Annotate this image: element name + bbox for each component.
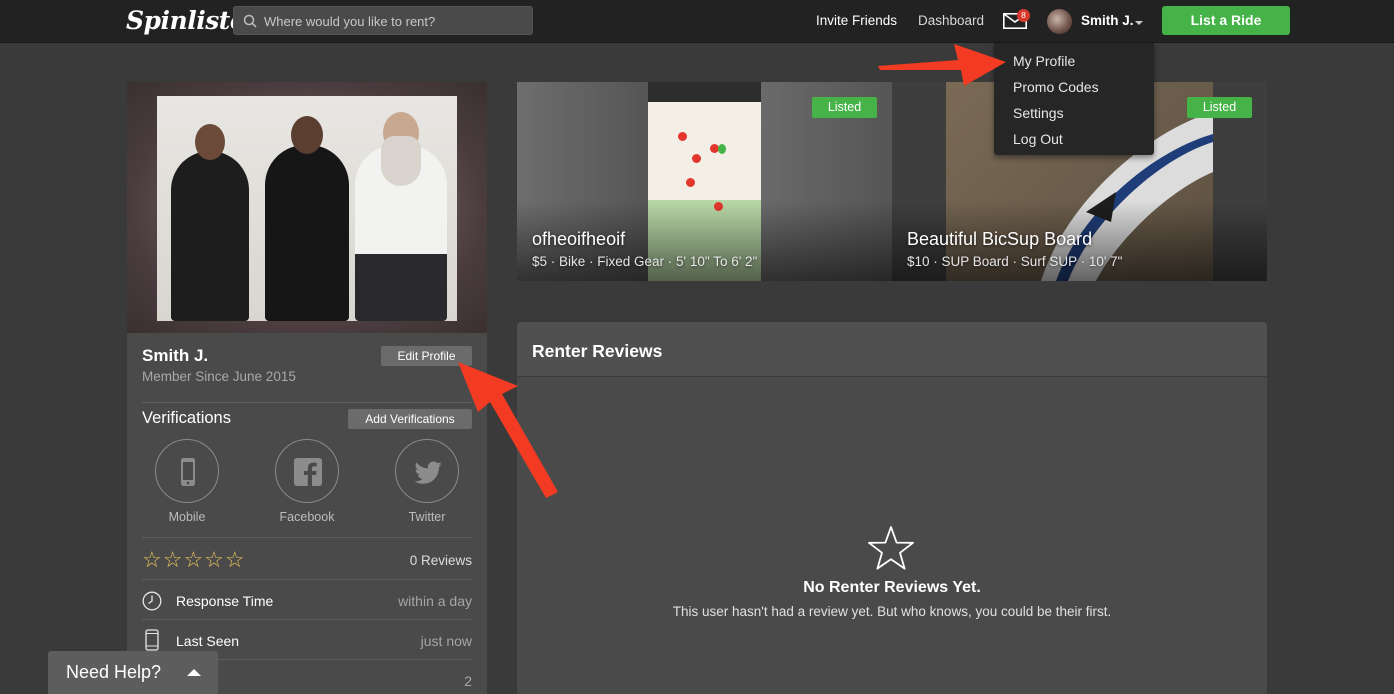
profile-photo-frame (127, 82, 487, 333)
listing-title[interactable]: ofheoifheoif (532, 229, 625, 250)
verification-label: Facebook (279, 510, 335, 524)
verification-twitter[interactable] (395, 439, 459, 503)
empty-reviews-subtitle: This user hasn't had a review yet. But w… (672, 604, 1112, 619)
divider (142, 402, 472, 403)
twitter-icon (414, 461, 442, 484)
add-verifications-button[interactable]: Add Verifications (348, 409, 472, 429)
dashboard-link[interactable]: Dashboard (918, 13, 984, 28)
profile-card: Smith J. Member Since June 2015 Edit Pro… (127, 82, 487, 694)
star-icon (868, 526, 914, 570)
search-icon (243, 14, 257, 28)
rating-stars: ☆☆☆☆☆ (142, 547, 246, 572)
need-help-tab[interactable]: Need Help? (48, 651, 218, 694)
response-time-value: within a day (398, 593, 472, 609)
listing-card[interactable]: Listed ofheoifheoif $5 · Bike · Fixed Ge… (517, 82, 892, 281)
facebook-icon (294, 458, 322, 486)
divider (142, 579, 472, 580)
photo-figure (171, 151, 249, 321)
photo-figure-head (195, 124, 225, 160)
user-menu-name[interactable]: Smith J. (1081, 13, 1134, 28)
clock-icon (142, 591, 162, 611)
phone-icon (145, 629, 159, 651)
verification-label: Twitter (408, 510, 446, 524)
map-pin-icon (686, 178, 695, 187)
map-pin-icon (678, 132, 687, 141)
user-dropdown-menu: My Profile Promo Codes Settings Log Out (994, 43, 1154, 155)
listed-badge: Listed (812, 97, 877, 118)
menu-item-my-profile[interactable]: My Profile (1013, 53, 1075, 69)
listing-meta: $10 · SUP Board · Surf SUP · 10' 7" (907, 254, 1123, 269)
chevron-up-icon (187, 669, 201, 676)
mobile-icon (181, 458, 195, 486)
verifications-title: Verifications (142, 409, 231, 427)
map-pin-icon (718, 144, 726, 154)
profile-name: Smith J. (142, 346, 209, 365)
mail-badge: 8 (1017, 9, 1030, 22)
chevron-down-icon[interactable] (1135, 21, 1143, 25)
verification-mobile[interactable] (155, 439, 219, 503)
list-a-ride-button[interactable]: List a Ride (1162, 6, 1290, 35)
response-time-label: Response Time (176, 593, 274, 609)
reviews-header: Renter Reviews (517, 322, 1267, 377)
invite-friends-link[interactable]: Invite Friends (816, 13, 897, 28)
search-placeholder: Where would you like to rent? (264, 14, 436, 29)
map-status-bar (648, 82, 761, 102)
verification-facebook[interactable] (275, 439, 339, 503)
last-seen-value: just now (420, 633, 472, 649)
reviews-title: Renter Reviews (532, 341, 663, 361)
menu-item-promo-codes[interactable]: Promo Codes (1013, 79, 1099, 95)
profile-photo (157, 96, 457, 321)
listed-badge: Listed (1187, 97, 1252, 118)
empty-reviews-title: No Renter Reviews Yet. (803, 579, 981, 596)
menu-item-log-out[interactable]: Log Out (1013, 131, 1063, 147)
reviews-count[interactable]: 0 Reviews (410, 553, 472, 568)
photo-figure-beard (381, 136, 421, 186)
member-since: Member Since June 2015 (142, 369, 296, 384)
stat-value: 2 (464, 673, 472, 689)
renter-reviews-panel: Renter Reviews No Renter Reviews Yet. Th… (517, 322, 1267, 694)
listing-meta: $5 · Bike · Fixed Gear · 5' 10" To 6' 2" (532, 254, 758, 269)
menu-item-settings[interactable]: Settings (1013, 105, 1064, 121)
edit-profile-button[interactable]: Edit Profile (381, 346, 472, 366)
map-pin-icon (692, 154, 701, 163)
avatar[interactable] (1047, 9, 1072, 34)
divider (142, 537, 472, 538)
photo-figure (265, 145, 349, 321)
divider (142, 619, 472, 620)
need-help-label: Need Help? (66, 662, 162, 682)
verification-label: Mobile (168, 510, 206, 524)
top-navbar: Spinlister Where would you like to rent?… (0, 0, 1394, 43)
photo-figure-head (291, 116, 323, 154)
last-seen-label: Last Seen (176, 633, 240, 649)
listing-title[interactable]: Beautiful BicSup Board (907, 229, 1092, 250)
search-bar[interactable]: Where would you like to rent? (233, 6, 533, 35)
